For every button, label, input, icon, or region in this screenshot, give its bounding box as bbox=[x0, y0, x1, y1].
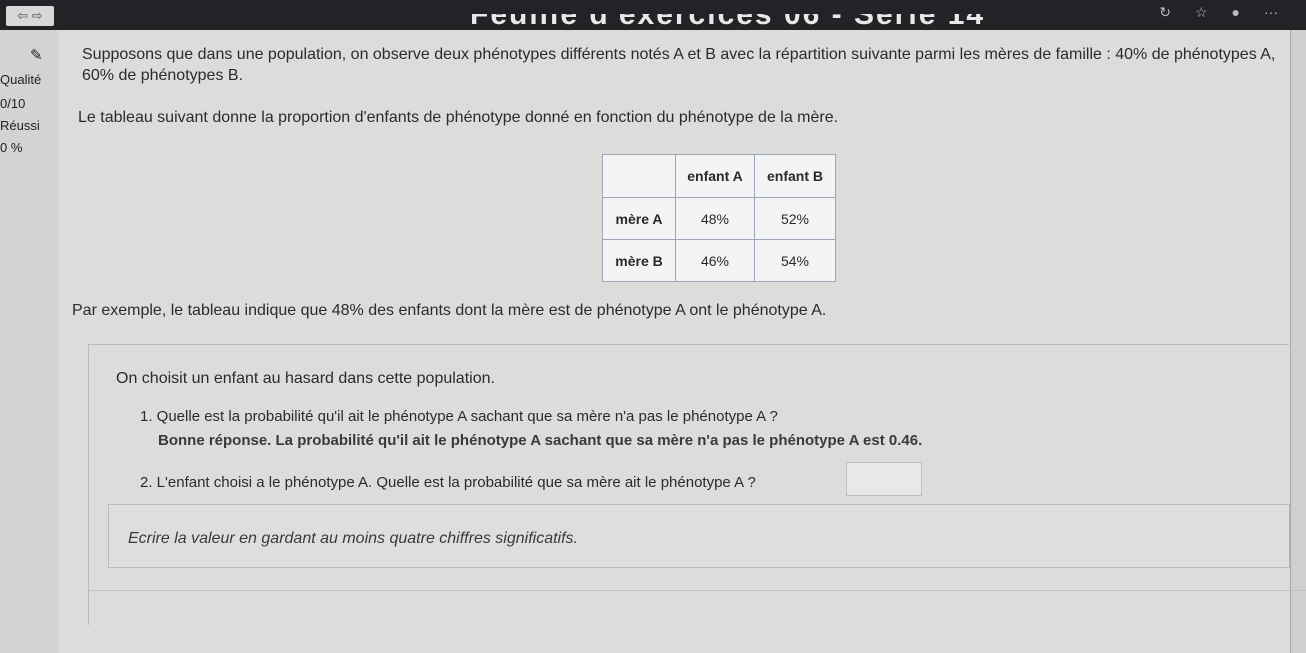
table-row-header: mère B bbox=[602, 239, 676, 282]
table-cell: 48% bbox=[675, 197, 755, 240]
table-header-cell: enfant B bbox=[754, 154, 836, 198]
right-scroll-strip[interactable] bbox=[1290, 30, 1306, 653]
table-row-header: mère A bbox=[602, 197, 676, 240]
wrench-icon[interactable]: ✎ bbox=[30, 46, 43, 64]
toolbar-icons: ↻ ☆ ● ··· bbox=[1159, 2, 1278, 22]
reload-icon[interactable]: ↻ bbox=[1159, 4, 1171, 21]
more-icon[interactable]: ··· bbox=[1264, 4, 1278, 20]
reading-list-icon[interactable]: ☆ bbox=[1195, 4, 1208, 21]
table-header-cell: enfant A bbox=[675, 154, 755, 198]
title-clip-overlay bbox=[470, 0, 990, 14]
divider bbox=[88, 590, 1306, 591]
success-value: 0 % bbox=[0, 140, 23, 155]
question-1-feedback: Bonne réponse. La probabilité qu'il ait … bbox=[158, 432, 923, 449]
score-value: 0/10 bbox=[0, 96, 26, 111]
success-label: Réussi bbox=[0, 118, 40, 133]
intro-paragraph: Supposons que dans une population, on ob… bbox=[82, 46, 1276, 84]
table-row: mère B 46% 54% bbox=[602, 239, 836, 282]
answer-input[interactable] bbox=[846, 462, 922, 496]
table-header-cell bbox=[602, 154, 676, 198]
table-cell: 54% bbox=[754, 239, 836, 282]
profile-icon[interactable]: ● bbox=[1232, 4, 1240, 20]
example-sentence: Par exemple, le tableau indique que 48% … bbox=[72, 302, 827, 319]
table-header-row: enfant A enfant B bbox=[602, 154, 836, 198]
table-row: mère A 48% 52% bbox=[602, 197, 836, 240]
table-intro-paragraph: Le tableau suivant donne la proportion d… bbox=[78, 109, 839, 126]
table-cell: 52% bbox=[754, 197, 836, 240]
table-cell: 46% bbox=[675, 239, 755, 282]
question-intro: On choisit un enfant au hasard dans cett… bbox=[116, 370, 495, 387]
question-1: 1. Quelle est la probabilité qu'il ait l… bbox=[140, 408, 778, 425]
navigation-arrows-button[interactable]: ⇦ ⇨ bbox=[6, 6, 54, 26]
quality-label: Qualité bbox=[0, 72, 42, 87]
question-2: 2. L'enfant choisi a le phénotype A. Que… bbox=[140, 474, 756, 491]
hint-text: Ecrire la valeur en gardant au moins qua… bbox=[128, 530, 578, 547]
phenotype-table: enfant A enfant B mère A 48% 52% mère B … bbox=[602, 154, 836, 282]
